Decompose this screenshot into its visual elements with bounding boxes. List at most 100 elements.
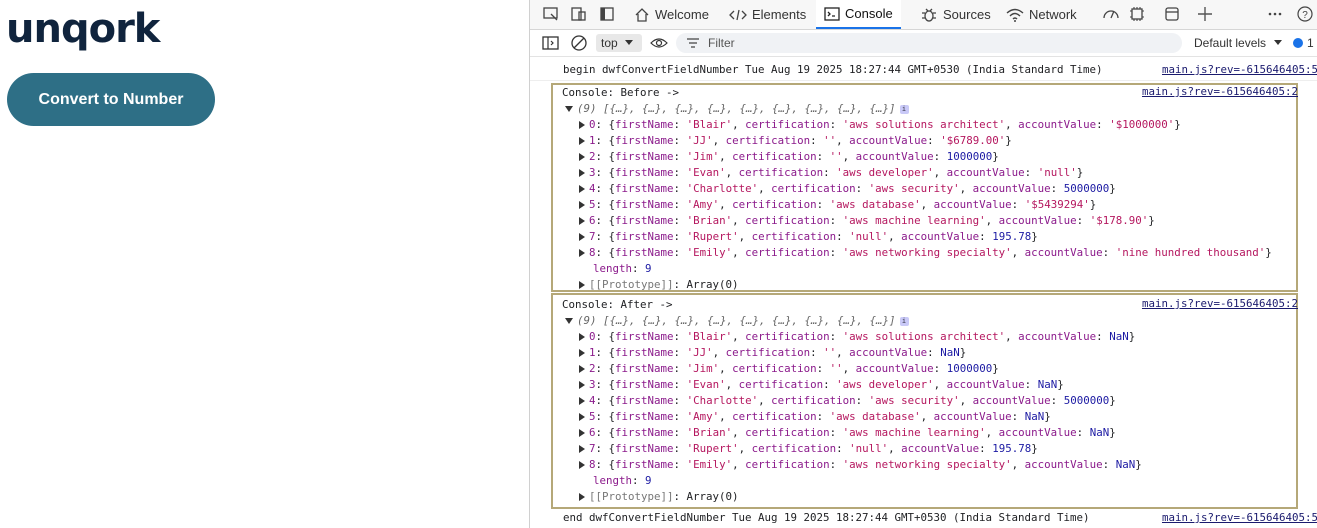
expand-triangle-icon [579, 185, 585, 193]
array-item-row[interactable]: 7: {firstName: 'Rupert', certification: … [579, 229, 1038, 245]
more-options-icon[interactable] [1266, 5, 1284, 23]
devtools-panel: Welcome Elements Console Sources Network… [529, 0, 1317, 528]
first-name-value: 'Blair' [686, 118, 733, 131]
array-item-row[interactable]: 4: {firstName: 'Charlotte', certificatio… [579, 181, 1116, 197]
array-item-row[interactable]: 8: {firstName: 'Emily', certification: '… [579, 457, 1142, 473]
array-item-row[interactable]: 5: {firstName: 'Amy', certification: 'aw… [579, 197, 1096, 213]
tab-console[interactable]: Console [816, 0, 901, 29]
account-value: 1000000 [946, 150, 993, 163]
account-value: 5000000 [1063, 182, 1110, 195]
item-index: 0 [589, 118, 596, 131]
inspect-icon[interactable] [542, 5, 560, 23]
expand-triangle-icon [579, 137, 585, 145]
array-summary[interactable]: (9) [{…}, {…}, {…}, {…}, {…}, {…}, {…}, … [565, 313, 909, 329]
array-item-row[interactable]: 5: {firstName: 'Amy', certification: 'aw… [579, 409, 1051, 425]
tab-elements[interactable]: Elements [729, 0, 806, 29]
expand-triangle-icon [565, 318, 573, 324]
issue-icon [1293, 38, 1303, 48]
first-name-value: 'Jim' [686, 362, 720, 375]
account-value: 195.78 [992, 230, 1032, 243]
source-link[interactable]: main.js?rev=-615646405:2 [1142, 85, 1298, 98]
performance-icon[interactable] [1102, 5, 1120, 23]
clear-console-icon[interactable] [570, 34, 588, 52]
item-index: 2 [589, 150, 596, 163]
expand-triangle-icon [579, 281, 585, 289]
array-summary[interactable]: (9) [{…}, {…}, {…}, {…}, {…}, {…}, {…}, … [565, 101, 909, 117]
account-value: '$5439294' [1024, 198, 1090, 211]
first-name-value: 'Amy' [686, 198, 720, 211]
certification-value: '' [823, 346, 837, 359]
array-item-row[interactable]: 2: {firstName: 'Jim', certification: '',… [579, 361, 999, 377]
expand-triangle-icon [579, 333, 585, 341]
array-item-row[interactable]: 4: {firstName: 'Charlotte', certificatio… [579, 393, 1116, 409]
array-item-row[interactable]: 6: {firstName: 'Brian', certification: '… [579, 213, 1155, 229]
filter-placeholder: Filter [708, 36, 735, 50]
dock-side-icon[interactable] [598, 5, 616, 23]
array-item-row[interactable]: 1: {firstName: 'JJ', certification: '', … [579, 345, 966, 361]
certification-value: 'null' [849, 442, 889, 455]
certification-value: 'aws networking specialty' [842, 458, 1012, 471]
convert-to-number-button[interactable]: Convert to Number [7, 73, 215, 126]
issues-counter[interactable]: 1 [1293, 36, 1314, 50]
account-value: NaN [1037, 378, 1058, 391]
source-link[interactable]: main.js?rev=-615646405:2 [1142, 297, 1298, 310]
expand-triangle-icon [579, 445, 585, 453]
group-title: Console: After -> [562, 298, 673, 311]
help-icon[interactable]: ? [1296, 5, 1314, 23]
array-item-row[interactable]: 0: {firstName: 'Blair', certification: '… [579, 117, 1181, 133]
account-value: 'null' [1037, 166, 1077, 179]
source-link[interactable]: main.js?rev=-615646405:5 [1162, 63, 1317, 76]
array-item-row[interactable]: 8: {firstName: 'Emily', certification: '… [579, 245, 1272, 261]
source-link[interactable]: main.js?rev=-615646405:5 [1162, 511, 1317, 524]
array-item-row[interactable]: 7: {firstName: 'Rupert', certification: … [579, 441, 1038, 457]
first-name-value: 'JJ' [686, 134, 713, 147]
array-item-row[interactable]: 6: {firstName: 'Brian', certification: '… [579, 425, 1116, 441]
length-property: length: 9 [593, 262, 652, 275]
expand-triangle-icon [579, 413, 585, 421]
expand-triangle-icon [579, 233, 585, 241]
memory-icon[interactable] [1128, 5, 1146, 23]
first-name-value: 'Evan' [686, 378, 726, 391]
item-index: 7 [589, 230, 596, 243]
first-name-value: 'Brian' [686, 214, 733, 227]
array-item-row[interactable]: 0: {firstName: 'Blair', certification: '… [579, 329, 1135, 345]
add-tab-icon[interactable] [1196, 5, 1214, 23]
chevron-down-icon [1274, 40, 1283, 45]
account-value: '$178.90' [1089, 214, 1149, 227]
item-index: 3 [589, 166, 596, 179]
certification-value: '' [823, 134, 837, 147]
expand-triangle-icon [579, 217, 585, 225]
prototype-row[interactable]: [[Prototype]]: Array(0) [579, 489, 739, 505]
certification-value: 'aws developer' [836, 378, 934, 391]
issues-count: 1 [1307, 36, 1314, 50]
expand-triangle-icon [579, 201, 585, 209]
array-item-row[interactable]: 3: {firstName: 'Evan', certification: 'a… [579, 377, 1064, 393]
account-value: NaN [1024, 410, 1045, 423]
tab-network[interactable]: Network [1006, 0, 1077, 29]
message-text: end dwfConvertFieldNumber Tue Aug 19 202… [563, 511, 1090, 524]
array-item-row[interactable]: 2: {firstName: 'Jim', certification: '',… [579, 149, 999, 165]
context-selector[interactable]: top [596, 34, 642, 52]
first-name-value: 'Charlotte' [686, 182, 759, 195]
live-expression-eye-icon[interactable] [650, 36, 668, 50]
certification-value: 'aws solutions architect' [842, 118, 1006, 131]
sidebar-toggle-icon[interactable] [542, 35, 560, 51]
log-levels-dropdown[interactable]: Default levels [1194, 36, 1283, 50]
console-toolbar: top Filter Default levels 1 [530, 30, 1317, 57]
first-name-value: 'Jim' [686, 150, 720, 163]
tab-label: Welcome [655, 7, 709, 22]
array-item-row[interactable]: 3: {firstName: 'Evan', certification: 'a… [579, 165, 1083, 181]
tab-sources[interactable]: Sources [920, 0, 991, 29]
item-index: 6 [589, 426, 596, 439]
application-icon[interactable] [1163, 5, 1181, 23]
array-item-row[interactable]: 1: {firstName: 'JJ', certification: '', … [579, 133, 1012, 149]
account-value: NaN [940, 346, 960, 359]
expand-triangle-icon [579, 397, 585, 405]
prototype-value: Array(0) [686, 490, 739, 503]
devtools-tabbar: Welcome Elements Console Sources Network… [530, 0, 1317, 30]
group-title: Console: Before -> [562, 86, 680, 99]
prototype-row[interactable]: [[Prototype]]: Array(0) [579, 277, 739, 293]
tab-welcome[interactable]: Welcome [634, 0, 709, 29]
device-toolbar-icon[interactable] [570, 5, 588, 23]
filter-input[interactable]: Filter [676, 33, 1182, 53]
